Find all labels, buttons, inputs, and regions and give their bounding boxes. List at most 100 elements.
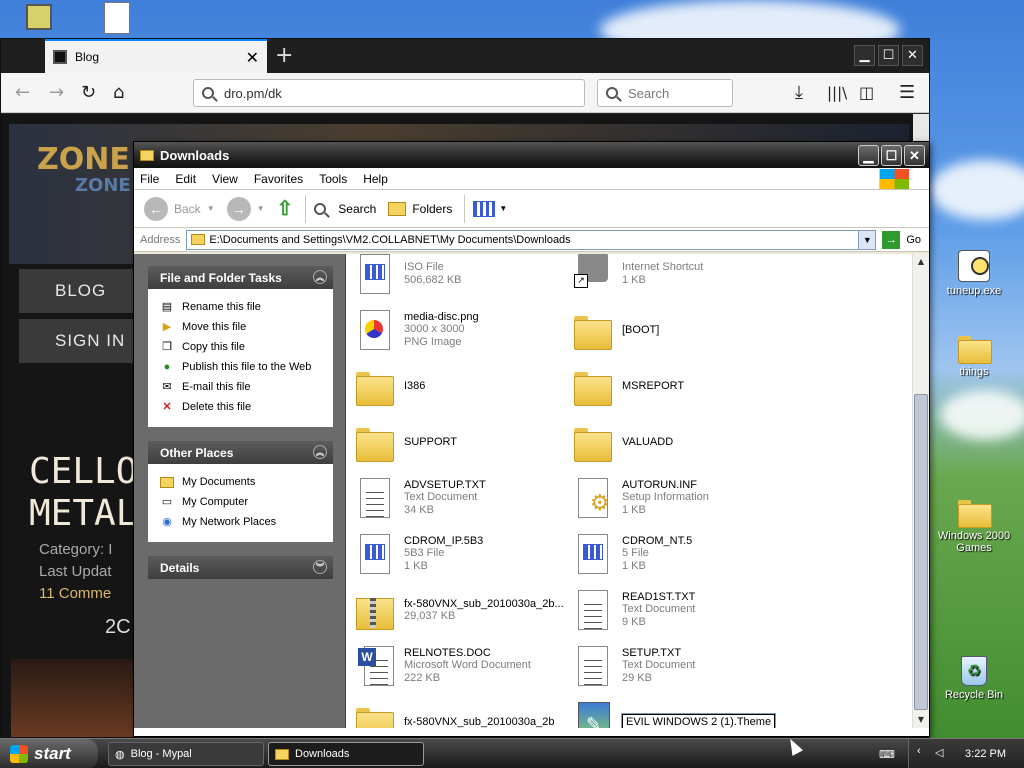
folder-item[interactable]: SUPPORT <box>354 416 572 468</box>
blog-menu-sign-in[interactable]: SIGN IN <box>19 319 139 363</box>
desktop-icon-recycle-bin[interactable]: ♻ Recycle Bin <box>934 656 1014 701</box>
menu-edit[interactable]: Edit <box>175 172 196 186</box>
close-button[interactable]: ✕ <box>902 45 923 66</box>
doc-file-icon <box>354 476 394 520</box>
maximize-button[interactable]: ☐ <box>878 45 899 66</box>
url-bar[interactable]: dro.pm/dk <box>193 79 585 107</box>
folders-button[interactable]: Folders <box>388 201 452 216</box>
task-publish[interactable]: ● Publish this file to the Web <box>160 357 333 377</box>
menu-help[interactable]: Help <box>363 172 388 186</box>
browser-search-input[interactable]: Search <box>597 79 733 107</box>
forward-button[interactable]: → ▼ <box>226 196 265 221</box>
desktop-icon-windows-2000-games[interactable]: Windows 2000 Games <box>934 496 1014 554</box>
chevron-down-icon[interactable]: ▼ <box>207 204 215 213</box>
details-header[interactable]: Details ︾ <box>148 556 333 579</box>
file-item[interactable]: fx-580VNX_sub_2010030a_2b... 29,037 KB <box>354 584 572 636</box>
folder-item[interactable]: MSREPORT <box>572 360 790 412</box>
browser-tab-blog[interactable]: Blog ✕ <box>45 39 267 73</box>
chevron-down-icon[interactable]: ▼ <box>257 204 265 213</box>
folder-item[interactable]: fx-580VNX_sub_2010030a_2b <box>354 696 572 728</box>
maximize-button[interactable]: ☐ <box>881 145 902 166</box>
home-icon[interactable]: ⌂ <box>113 82 124 103</box>
desktop-icon-things[interactable]: things <box>934 332 1014 378</box>
blog-logo[interactable]: ZONE <box>37 142 130 177</box>
file-item[interactable]: CDROM_IP.5B3 5B3 File 1 KB <box>354 528 572 580</box>
folder-icon <box>140 149 154 161</box>
rename-input[interactable]: EVIL WINDOWS 2 (1).Theme <box>620 713 777 728</box>
up-button[interactable]: ⇧ <box>277 196 294 221</box>
task-move[interactable]: ▶ Move this file <box>160 317 333 337</box>
desktop-app-icon[interactable] <box>26 4 52 30</box>
file-item[interactable]: media-disc.png 3000 x 3000 PNG Image <box>354 304 572 356</box>
task-copy[interactable]: ❐ Copy this file <box>160 337 333 357</box>
search-button[interactable]: Search <box>314 202 376 216</box>
scroll-up-icon[interactable]: ▲ <box>913 254 929 270</box>
task-rename[interactable]: ▤ Rename this file <box>160 297 333 317</box>
back-button[interactable]: ← Back ▼ <box>144 196 215 221</box>
new-tab-icon[interactable]: + <box>275 43 293 68</box>
start-button[interactable]: start <box>0 739 98 768</box>
file-item[interactable]: RELNOTES.DOCMicrosoft Word Document222 K… <box>354 640 572 692</box>
menu-file[interactable]: File <box>140 172 159 186</box>
back-arrow-icon[interactable]: ← <box>15 82 30 103</box>
file-item[interactable]: ADVSETUP.TXT Text Document 34 KB <box>354 472 572 524</box>
forward-arrow-icon[interactable]: → <box>49 82 64 103</box>
place-my-documents[interactable]: My Documents <box>160 472 333 492</box>
folder-item[interactable]: I386 <box>354 360 572 412</box>
library-icon[interactable]: |||\ <box>827 84 847 102</box>
place-my-computer[interactable]: ▭ My Computer <box>160 492 333 512</box>
scroll-thumb[interactable] <box>914 394 928 710</box>
minimize-button[interactable]: ▁ <box>858 145 879 166</box>
reload-icon[interactable]: ↻ <box>81 82 96 103</box>
taskbar-item-downloads[interactable]: Downloads <box>268 742 424 766</box>
hamburger-menu-icon[interactable]: ☰ <box>899 82 915 103</box>
close-button[interactable]: ✕ <box>904 145 925 166</box>
file-list: ISO File506,682 KBInternet Shortcut1 KBm… <box>348 254 912 728</box>
file-size: 222 KB <box>404 672 441 684</box>
menu-tools[interactable]: Tools <box>319 172 347 186</box>
file-list-scrollbar[interactable]: ▲ ▼ <box>912 254 929 728</box>
menu-favorites[interactable]: Favorites <box>254 172 303 186</box>
collapse-icon[interactable]: ︽ <box>313 445 327 459</box>
task-delete[interactable]: ✕ Delete this file <box>160 397 333 417</box>
collapse-icon[interactable]: ︽ <box>313 270 327 284</box>
post-title[interactable]: CELLO METAL <box>29 451 137 535</box>
file-item[interactable]: ISO File 506,682 KB <box>354 254 572 300</box>
address-input[interactable]: E:\Documents and Settings\VM2.COLLABNET\… <box>186 229 877 250</box>
other-places-header[interactable]: Other Places ︽ <box>148 441 333 464</box>
tray-expand-icon[interactable]: ‹ <box>917 745 921 757</box>
file-item[interactable]: AUTORUN.INFSetup Information1 KB <box>572 472 790 524</box>
address-label: Address <box>140 233 181 246</box>
sidebar-icon[interactable]: ◫ <box>859 83 874 102</box>
file-item[interactable]: CDROM_NT.5 5 File 1 KB <box>572 528 790 580</box>
scroll-down-icon[interactable]: ▼ <box>913 712 929 728</box>
expand-icon[interactable]: ︾ <box>313 560 327 574</box>
folder-item[interactable]: [BOOT] <box>572 304 790 356</box>
desktop-icon-tuneup[interactable]: tuneup.exe <box>934 250 1014 297</box>
place-my-network-places[interactable]: ◉ My Network Places <box>160 512 333 532</box>
folder-item[interactable]: VALUADD <box>572 416 790 468</box>
file-item[interactable]: Internet Shortcut1 KB <box>572 254 790 300</box>
blog-menu-blog[interactable]: BLOG <box>19 269 139 313</box>
minimize-button[interactable]: ▁ <box>854 45 875 66</box>
desktop-document-icon[interactable] <box>104 2 130 34</box>
task-email[interactable]: ✉ E-mail this file <box>160 377 333 397</box>
explorer-titlebar[interactable]: Downloads ▁ ☐ ✕ <box>134 142 929 168</box>
file-tasks-header[interactable]: File and Folder Tasks ︽ <box>148 266 333 289</box>
go-button[interactable]: → Go <box>882 230 921 249</box>
views-button[interactable]: ▼ <box>473 200 507 217</box>
close-tab-icon[interactable]: ✕ <box>246 48 259 67</box>
task-label: E-mail this file <box>182 381 251 393</box>
volume-icon[interactable]: ◁ <box>935 746 943 759</box>
file-item[interactable]: READ1ST.TXT Text Document 9 KB <box>572 584 790 636</box>
downloads-icon[interactable]: ⤓ <box>795 82 803 103</box>
chevron-down-icon[interactable]: ▼ <box>858 230 876 249</box>
menu-view[interactable]: View <box>212 172 238 186</box>
post-comments-link[interactable]: 11 Comme <box>39 585 111 602</box>
file-item[interactable]: SETUP.TXT Text Document 29 KB <box>572 640 790 692</box>
file-item[interactable]: EVIL WINDOWS 2 (1).Theme <box>572 696 790 728</box>
keyboard-icon[interactable]: ⌨ <box>879 748 895 761</box>
browser-app-icon: ◍ <box>115 748 125 761</box>
taskbar-item-blog-mypal[interactable]: ◍ Blog - Mypal <box>108 742 264 766</box>
windows-flag-icon <box>10 745 28 763</box>
